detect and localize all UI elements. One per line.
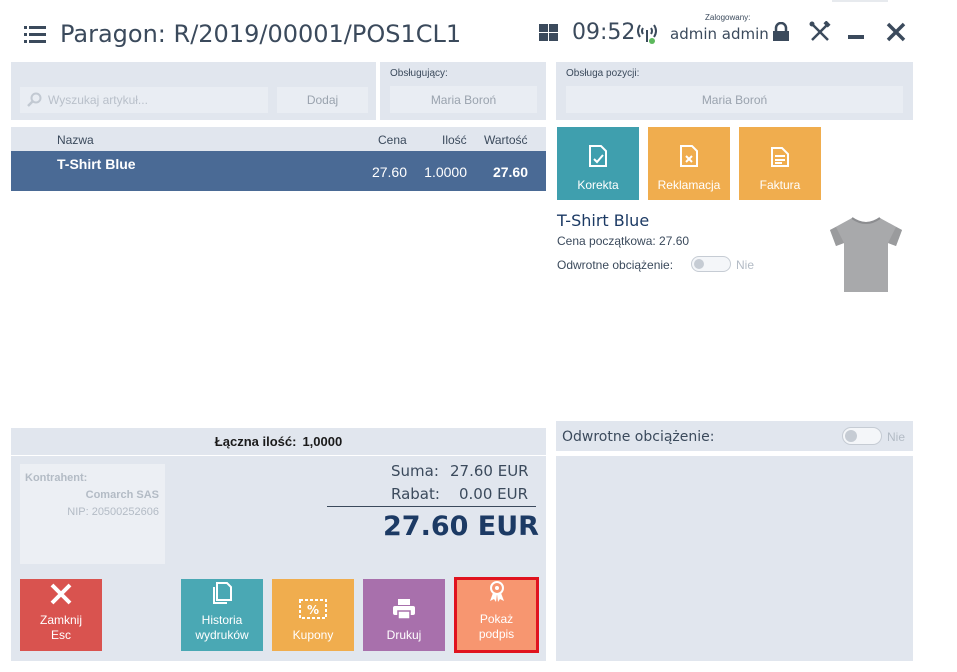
search-icon (27, 92, 42, 107)
history-label-2: wydruków (195, 628, 249, 642)
table-header: Nazwa Cena Ilość Wartość (11, 127, 546, 151)
minimize-icon[interactable] (848, 35, 864, 39)
print-history-button[interactable]: Historia wydruków (181, 579, 263, 651)
row-name: T-Shirt Blue (57, 156, 136, 172)
table-row[interactable]: T-Shirt Blue 27.60 1.0000 27.60 (11, 151, 546, 191)
close-receipt-button[interactable]: Zamknij Esc (20, 579, 102, 651)
contractor-nip: NIP: 20500252606 (67, 506, 159, 518)
contractor-label: Kontrahent: (25, 472, 88, 484)
print-button[interactable]: Drukuj (363, 579, 445, 651)
total-quantity-label: Łączna ilość: (214, 434, 297, 449)
complaint-label: Reklamacja (657, 178, 721, 192)
divider (327, 506, 536, 507)
show-signature-button[interactable]: Pokaż podpis (454, 577, 539, 653)
logged-in-label: Zalogowany: (705, 13, 751, 22)
reverse-charge-toggle[interactable] (842, 427, 882, 445)
lock-icon[interactable] (772, 22, 790, 42)
invoice-label: Faktura (759, 178, 801, 192)
table-body (11, 151, 546, 426)
row-value: 27.60 (492, 164, 528, 180)
correction-button[interactable]: Korekta (557, 127, 639, 200)
page-title: Paragon: R/2019/00001/POS1CL1 (60, 20, 462, 48)
clock: 09:52 (572, 20, 636, 45)
add-button[interactable]: Dodaj (277, 87, 368, 113)
document-check-icon (589, 145, 607, 167)
column-header-name[interactable]: Nazwa (57, 133, 94, 147)
svg-text:%: % (307, 603, 319, 617)
close-label-1: Zamknij (39, 613, 82, 627)
tshirt-image (830, 217, 902, 292)
sum-label: Suma: (391, 462, 439, 480)
menu-icon[interactable] (24, 26, 46, 43)
column-header-price[interactable]: Cena (378, 133, 407, 147)
row-price: 27.60 (371, 164, 407, 180)
award-icon (489, 581, 504, 602)
total-quantity-bar: Łączna ilość: 1,0000 (11, 428, 546, 455)
coupon-icon: % (299, 599, 327, 619)
search-input[interactable] (20, 87, 268, 113)
reverse-charge-value: Nie (887, 430, 906, 444)
serving-label: Obsługujący: (390, 68, 448, 79)
top-strip (832, 0, 888, 2)
signature-label-2: podpis (478, 627, 515, 641)
grand-total: 27.60 EUR (383, 511, 539, 542)
invoice-button[interactable]: Faktura (739, 127, 821, 200)
coupons-button[interactable]: % Kupony (272, 579, 354, 651)
serving-field[interactable]: Maria Boroń (390, 86, 537, 113)
close-x-icon (50, 583, 72, 605)
reverse-charge-bar-label: Odwrotne obciążenie: (562, 429, 715, 445)
position-service-field[interactable]: Maria Boroń (566, 86, 903, 113)
item-reverse-charge-value: Nie (736, 258, 755, 272)
discount-label: Rabat: (391, 485, 440, 503)
coupons-label: Kupony (292, 628, 334, 642)
correction-label: Korekta (577, 178, 619, 192)
documents-icon (213, 582, 232, 604)
position-service-label: Obsługa pozycji: (566, 68, 640, 79)
print-label: Drukuj (386, 628, 422, 642)
item-title: T-Shirt Blue (557, 211, 650, 230)
signal-icon (637, 24, 657, 44)
invoice-icon (771, 147, 789, 167)
column-header-quantity[interactable]: Ilość (442, 133, 467, 147)
item-reverse-charge-label: Odwrotne obciążenie: (557, 258, 674, 272)
document-x-icon (680, 145, 698, 167)
item-reverse-charge-toggle[interactable] (691, 256, 731, 272)
contractor-box[interactable]: Kontrahent: Comarch SAS NIP: 20500252606 (20, 464, 165, 564)
discount-value: 0.00 EUR (459, 485, 529, 503)
tools-icon[interactable] (809, 21, 831, 43)
logged-in-user: admin admin (670, 25, 769, 43)
close-icon[interactable] (886, 22, 906, 42)
column-header-value[interactable]: Wartość (484, 133, 528, 147)
grid-icon[interactable] (539, 24, 558, 41)
close-label-2: Esc (50, 628, 71, 642)
right-bottom-panel (556, 456, 913, 661)
signature-label-1: Pokaż (479, 612, 514, 626)
row-quantity: 1.0000 (424, 164, 467, 180)
sum-value: 27.60 EUR (450, 462, 529, 480)
complaint-button[interactable]: Reklamacja (648, 127, 730, 200)
total-quantity-value: 1,0000 (302, 434, 343, 449)
history-label-1: Historia (201, 613, 243, 627)
item-initial-price: Cena początkowa: 27.60 (557, 234, 690, 248)
contractor-name: Comarch SAS (85, 489, 159, 501)
printer-icon (393, 599, 415, 620)
